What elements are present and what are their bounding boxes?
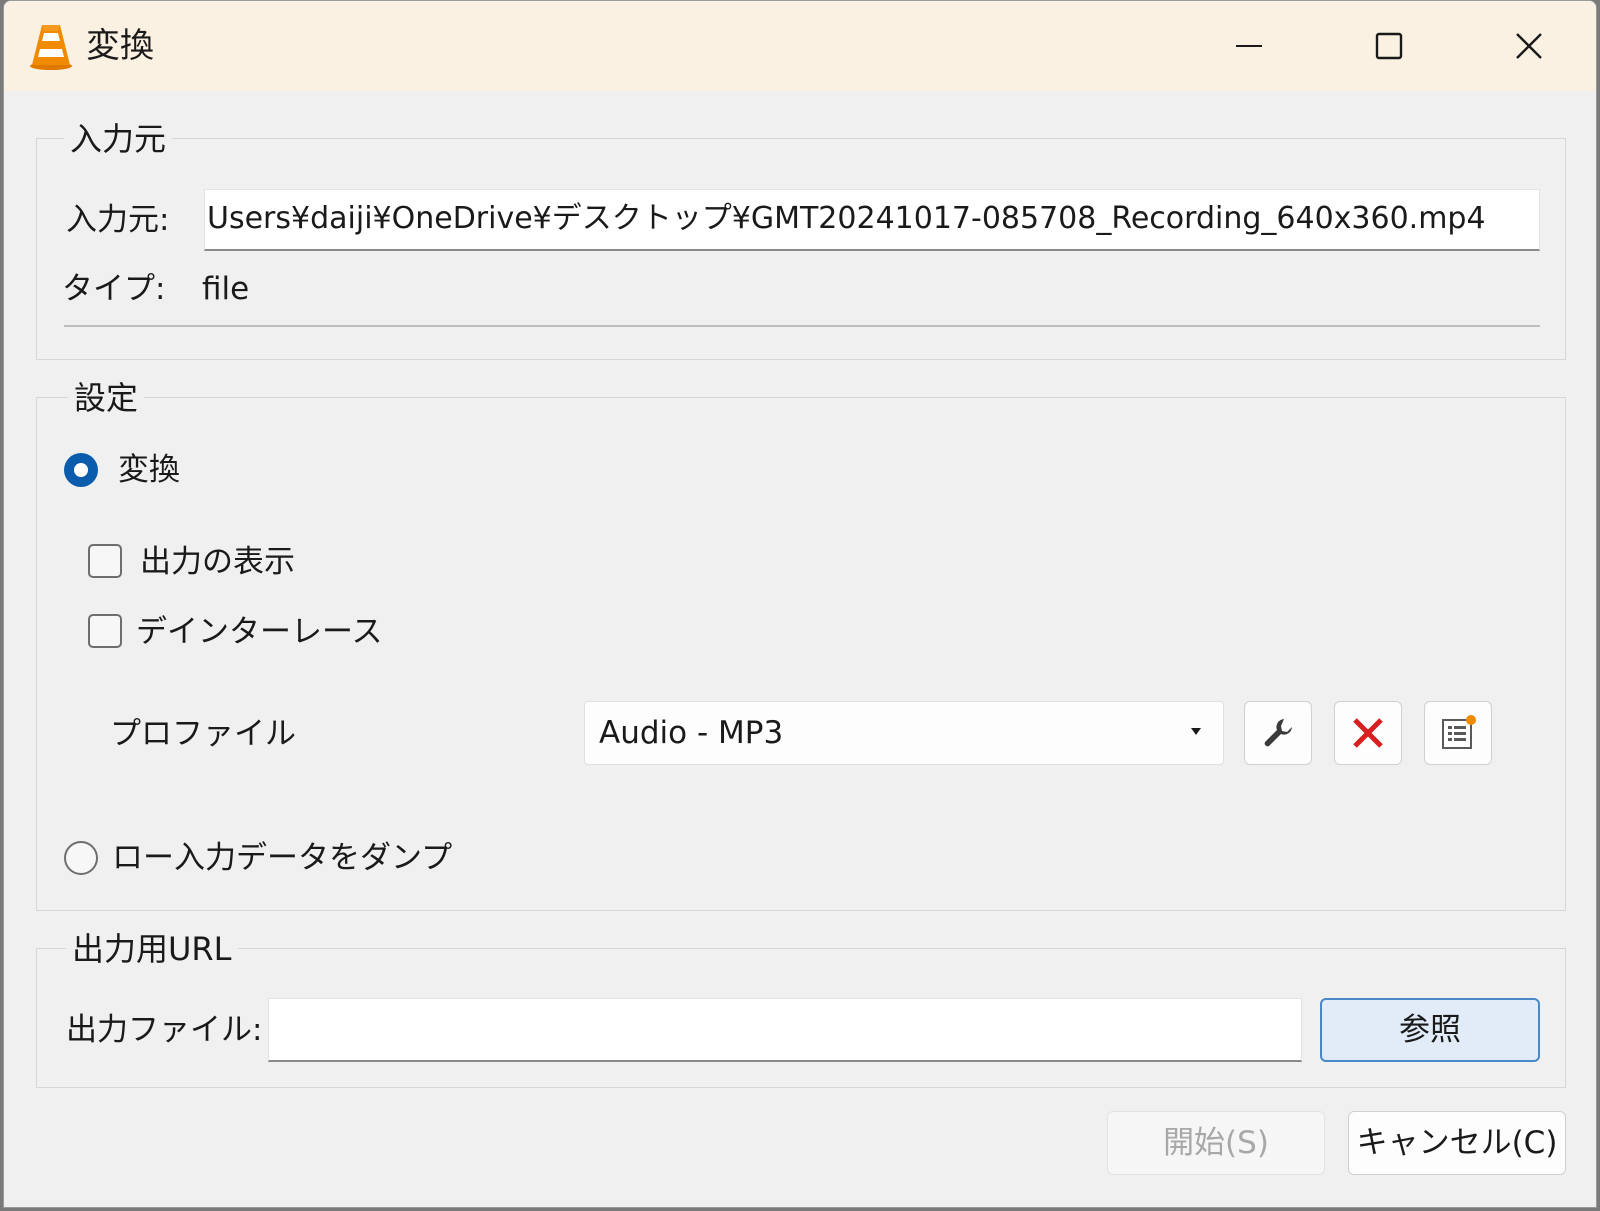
new-profile-icon	[1442, 715, 1476, 749]
minimize-icon	[1236, 45, 1262, 47]
close-button[interactable]	[1464, 1, 1594, 91]
close-icon	[1516, 33, 1542, 59]
browse-button[interactable]: 参照	[1320, 998, 1540, 1062]
dump-raw-label[interactable]: ロー入力データをダンプ	[112, 838, 452, 878]
delete-profile-button[interactable]	[1334, 701, 1402, 765]
title-bar[interactable]: 変換	[4, 1, 1596, 91]
wrench-icon	[1264, 719, 1292, 747]
window-title: 変換	[86, 26, 154, 66]
convert-dialog: 変換 入力元 入力元: Users¥daiji¥OneDrive¥デスクトップ¥…	[3, 0, 1597, 1208]
edit-profile-button[interactable]	[1244, 701, 1312, 765]
output-file-label: 出力ファイル:	[66, 1012, 263, 1048]
type-value: file	[202, 271, 250, 307]
type-label: タイプ:	[62, 271, 166, 307]
maximize-button[interactable]	[1324, 1, 1454, 91]
dump-raw-radio[interactable]	[64, 841, 98, 875]
convert-radio-label[interactable]: 変換	[118, 450, 180, 490]
source-label: 入力元:	[66, 202, 170, 238]
convert-radio[interactable]	[64, 453, 98, 487]
profile-label: プロファイル	[110, 716, 296, 752]
show-output-label[interactable]: 出力の表示	[140, 542, 295, 582]
input-separator	[64, 325, 1540, 327]
source-path-input[interactable]: Users¥daiji¥OneDrive¥デスクトップ¥GMT20241017-…	[204, 189, 1540, 251]
start-button[interactable]: 開始(S)	[1107, 1111, 1325, 1175]
minimize-button[interactable]	[1184, 1, 1314, 91]
input-source-legend: 入力元	[64, 119, 173, 159]
settings-legend: 設定	[68, 378, 145, 418]
cancel-button[interactable]: キャンセル(C)	[1348, 1111, 1566, 1175]
profile-dropdown[interactable]: Audio - MP3	[584, 701, 1224, 765]
output-file-input[interactable]	[268, 998, 1302, 1062]
profile-selected-value: Audio - MP3	[599, 715, 784, 751]
new-profile-button[interactable]	[1424, 701, 1492, 765]
output-url-legend: 出力用URL	[66, 929, 238, 969]
delete-x-icon	[1353, 718, 1383, 748]
deinterlace-checkbox[interactable]	[88, 614, 122, 648]
vlc-cone-icon	[30, 25, 72, 70]
chevron-down-icon	[1191, 728, 1201, 735]
deinterlace-label[interactable]: デインターレース	[136, 612, 382, 652]
settings-group	[36, 397, 1566, 911]
maximize-icon	[1375, 32, 1403, 60]
show-output-checkbox[interactable]	[88, 544, 122, 578]
